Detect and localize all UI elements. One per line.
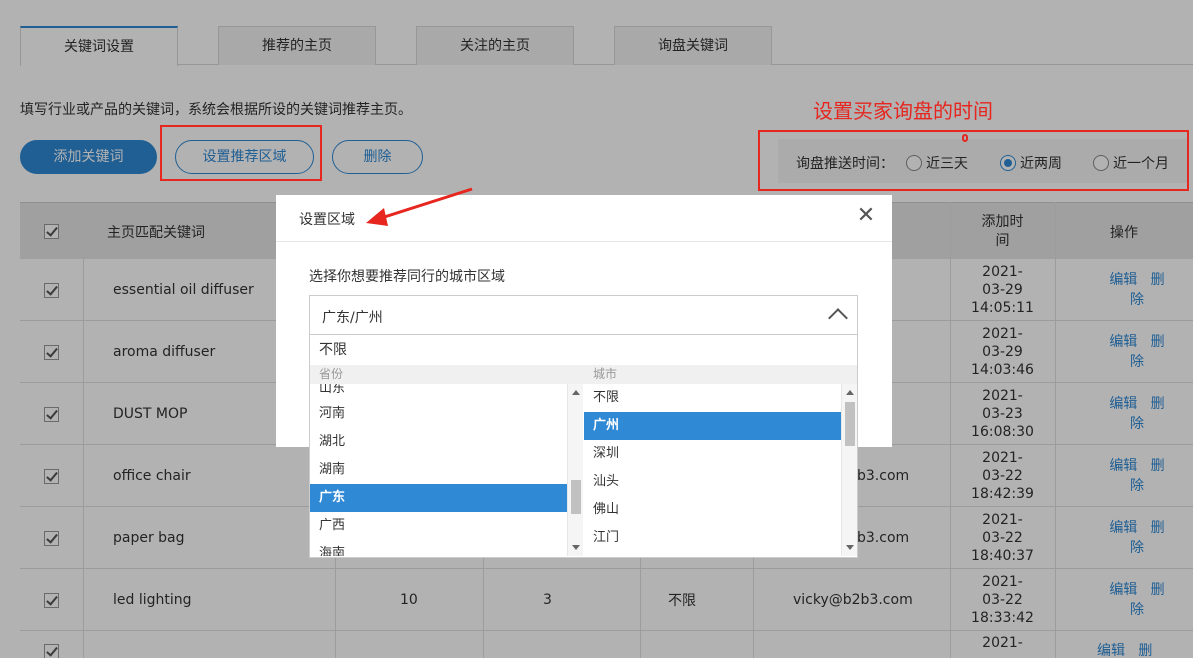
scroll-down-icon[interactable] [572, 545, 580, 550]
city-scrollbar[interactable] [841, 384, 857, 556]
chevron-up-icon [828, 308, 848, 328]
city-item[interactable]: 汕头 [584, 468, 841, 496]
province-list: 山东 河南 湖北 湖南 广东 广西 海南 [310, 384, 567, 556]
city-list: 不限 广州 深圳 汕头 佛山 江门 [584, 384, 841, 556]
scroll-up-icon[interactable] [846, 390, 854, 395]
scroll-thumb[interactable] [845, 402, 855, 446]
city-header: 城市 [584, 365, 857, 384]
annotation-arrow-icon [366, 187, 473, 226]
province-item[interactable]: 湖南 [310, 456, 567, 484]
province-item[interactable]: 湖北 [310, 428, 567, 456]
province-item[interactable]: 海南 [310, 540, 567, 556]
region-dropdown: 不限 省份 城市 山东 河南 湖北 湖南 广东 广西 海南 不限 广州 深圳 汕… [309, 335, 858, 558]
province-item[interactable]: 河南 [310, 400, 567, 428]
city-item-selected[interactable]: 广州 [584, 412, 841, 440]
close-icon[interactable]: ✕ [856, 205, 876, 227]
province-item[interactable]: 山东 [310, 384, 567, 400]
city-item[interactable]: 江门 [584, 524, 841, 552]
province-header: 省份 [310, 365, 584, 384]
unlimited-option[interactable]: 不限 [310, 335, 857, 365]
province-scrollbar[interactable] [567, 384, 583, 556]
annotation-box-region-button [160, 125, 322, 181]
modal-title: 设置区域 [299, 212, 355, 228]
city-item[interactable]: 佛山 [584, 496, 841, 524]
region-select[interactable]: 广东/广州 [309, 295, 858, 335]
annotation-title: 设置买家询盘的时间 [813, 99, 993, 123]
city-item[interactable]: 深圳 [584, 440, 841, 468]
modal-description: 选择你想要推荐同行的城市区域 [309, 269, 505, 285]
annotation-box-inquiry-time [758, 130, 1189, 191]
scroll-up-icon[interactable] [572, 390, 580, 395]
city-item[interactable]: 不限 [584, 384, 841, 412]
province-item-selected[interactable]: 广东 [310, 484, 567, 512]
scroll-down-icon[interactable] [846, 545, 854, 550]
scroll-thumb[interactable] [571, 480, 581, 514]
region-select-value: 广东/广州 [322, 310, 383, 326]
province-item[interactable]: 广西 [310, 512, 567, 540]
